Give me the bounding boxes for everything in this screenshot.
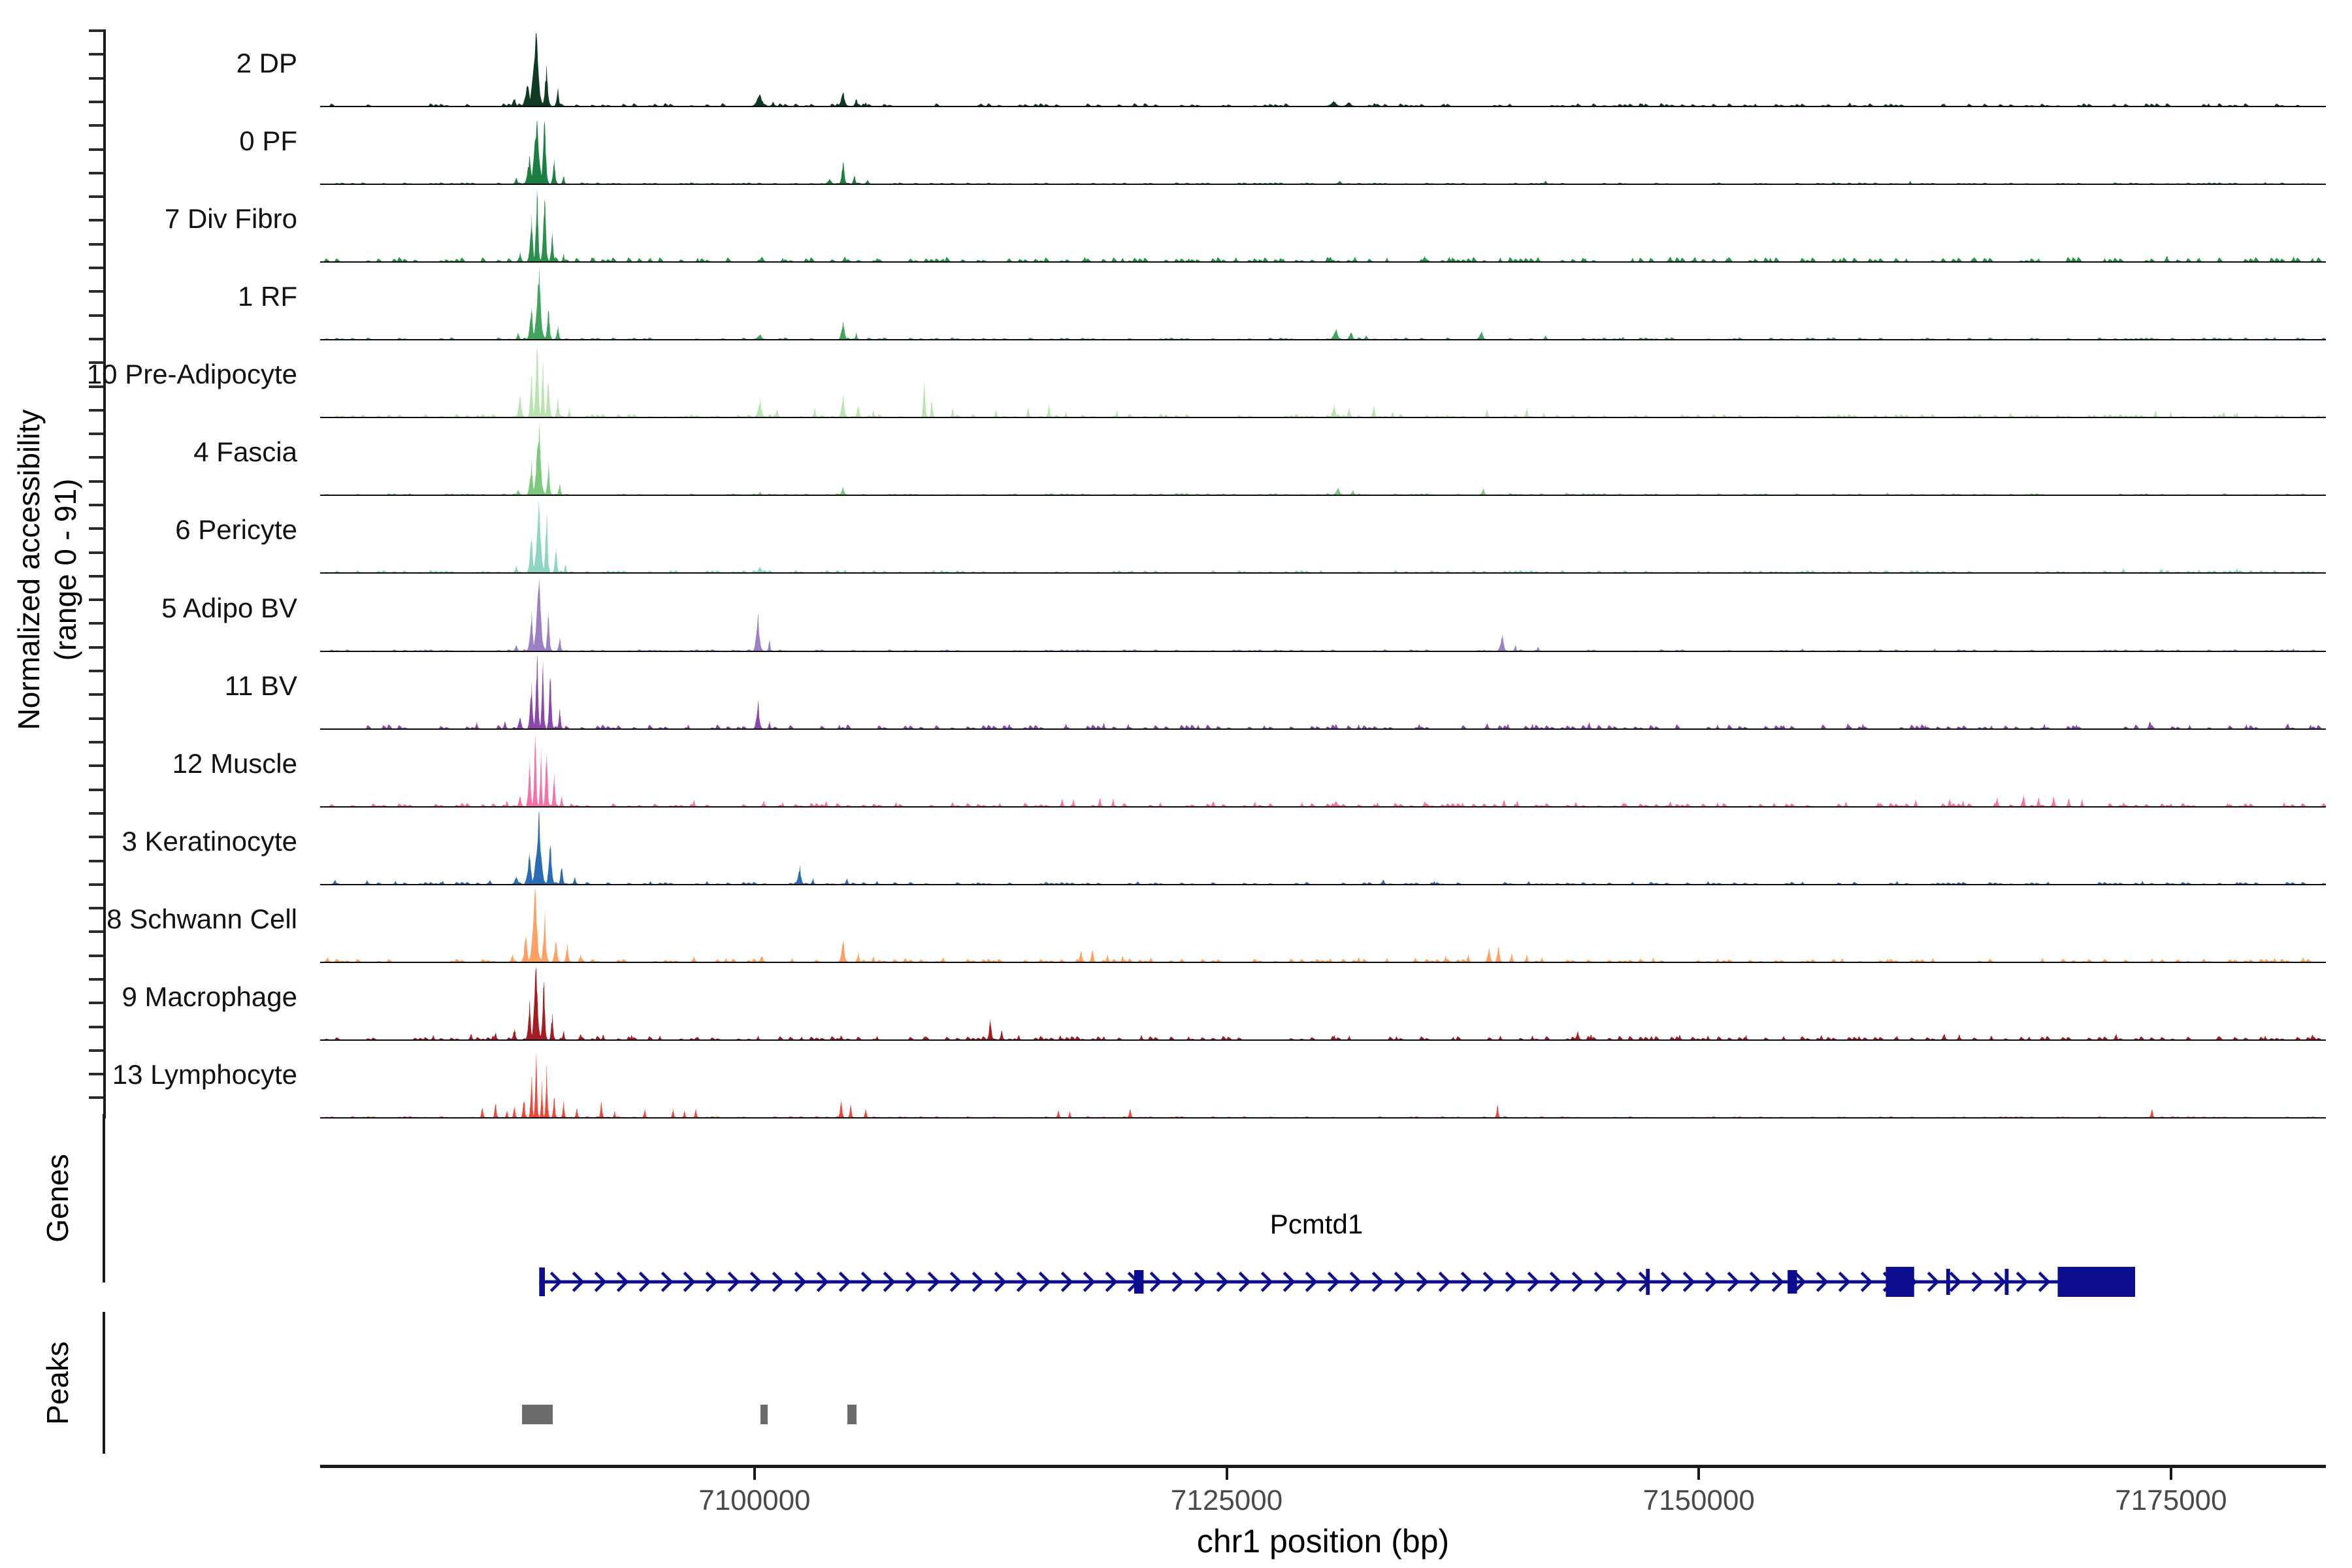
called-peak (522, 1405, 553, 1424)
track-signal (329, 733, 2326, 806)
track-signal (324, 189, 2322, 262)
track-row-0-pf: 0 PF (0, 107, 2352, 186)
gene-exon (1788, 1270, 1797, 1294)
gene-exon (1946, 1269, 1950, 1295)
x-axis-tick-label: 7175000 (2115, 1484, 2227, 1516)
track-signal (335, 120, 2311, 184)
gene-exon (2057, 1267, 2136, 1297)
x-axis-line (320, 1465, 2326, 1468)
track-row-5-adipo-bv: 5 Adipo BV (0, 574, 2352, 652)
gene-model (539, 1267, 2136, 1297)
track-label: 3 Keratinocyte (122, 825, 298, 857)
gene-exon (1134, 1270, 1144, 1294)
track-row-10-pre-adipocyte: 10 Pre-Adipocyte (0, 340, 2352, 419)
track-signal (324, 967, 2322, 1039)
track-row-2-dp: 2 DP (0, 29, 2352, 108)
gene-exon (2004, 1269, 2009, 1295)
track-row-12-muscle: 12 Muscle (0, 730, 2352, 808)
gene-name-label: Pcmtd1 (1269, 1209, 1364, 1239)
genes-bracket (103, 1114, 105, 1282)
track-label: 7 Div Fibro (164, 203, 297, 235)
track-label: 6 Pericyte (175, 514, 297, 546)
genome-browser-figure: Normalized accessibility (range 0 - 91) … (0, 0, 2352, 1568)
x-axis-tick-label: 7150000 (1642, 1484, 1755, 1516)
track-signal (324, 500, 2317, 573)
track-signal (365, 655, 2322, 728)
track-signal (329, 33, 2301, 106)
peaks-section-label: Peaks (41, 1341, 74, 1425)
track-row-3-keratinocyte: 3 Keratinocyte (0, 808, 2352, 885)
x-axis-tick-label: 7125000 (1170, 1484, 1283, 1516)
track-signal (335, 344, 2326, 417)
track-row-13-lymphocyte: 13 Lymphocyte (0, 1041, 2352, 1119)
track-label: 12 Muscle (172, 747, 297, 779)
accessibility-tracks-panel: 2 DP 0 PF 7 Div Fibro 1 RF 10 Pre-Adipocyte 4… (0, 29, 2352, 1119)
track-label: 10 Pre-Adipocyte (86, 359, 297, 390)
x-axis-tick-label: 7100000 (698, 1484, 811, 1516)
track-label: 4 Fascia (193, 436, 297, 468)
track-baseline (320, 1117, 2326, 1119)
track-row-8-schwann-cell: 8 Schwann Cell (0, 885, 2352, 963)
called-peak (847, 1405, 857, 1424)
track-signal (324, 267, 2326, 340)
track-row-4-fascia: 4 Fascia (0, 418, 2352, 497)
track-label: 5 Adipo BV (161, 592, 297, 623)
track-signal (323, 889, 2311, 962)
x-axis-tick (1697, 1468, 1701, 1480)
track-label: 2 DP (236, 48, 297, 79)
track-label: 0 PF (239, 125, 297, 157)
x-axis-tick (753, 1468, 756, 1480)
track-row-11-bv: 11 BV (0, 652, 2352, 730)
track-label: 9 Macrophage (122, 981, 297, 1012)
track-signal (331, 811, 2326, 884)
track-label: 1 RF (237, 281, 297, 312)
track-signal (324, 422, 2306, 495)
gene-exon (1646, 1269, 1650, 1295)
x-axis-tick (1225, 1468, 1228, 1480)
track-label: 13 Lymphocyte (112, 1058, 297, 1090)
peaks-bracket (103, 1312, 105, 1454)
track-signal (329, 578, 2317, 651)
gene-exon (539, 1267, 546, 1296)
track-row-6-pericyte: 6 Pericyte (0, 496, 2352, 574)
track-row-1-rf: 1 RF (0, 263, 2352, 341)
track-row-9-macrophage: 9 Macrophage (0, 963, 2352, 1041)
called-peak (760, 1405, 768, 1424)
track-label: 8 Schwann Cell (106, 903, 297, 934)
x-axis-title: chr1 position (bp) (1196, 1523, 1450, 1560)
gene-exon (1886, 1267, 1914, 1297)
track-signal (324, 1051, 2317, 1117)
track-row-7-div-fibro: 7 Div Fibro (0, 185, 2352, 263)
track-label: 11 BV (224, 670, 297, 701)
genes-section-label: Genes (41, 1154, 74, 1243)
x-axis-tick (2169, 1468, 2172, 1480)
